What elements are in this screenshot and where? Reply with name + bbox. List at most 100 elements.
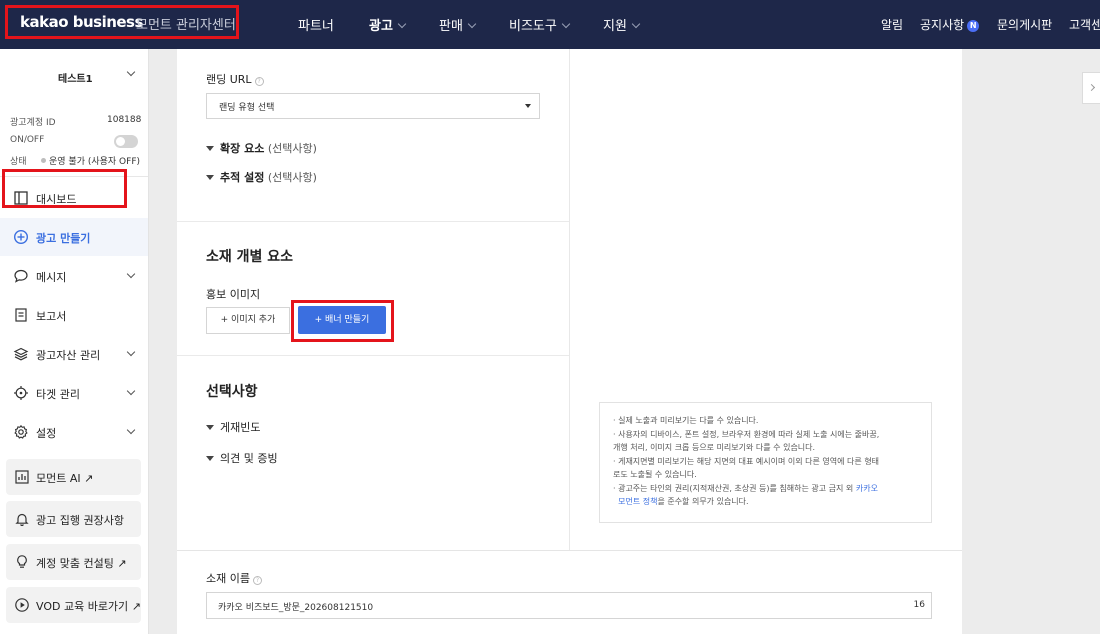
notice-line: · 사용자의 디바이스, 폰트 설정, 브라우저 환경에 따라 실제 노출 시에… [613, 429, 880, 439]
card-text: 계정 맞춤 컨설팅 [36, 557, 114, 570]
onoff-toggle[interactable] [114, 135, 138, 148]
triangle-down-icon [206, 456, 214, 461]
landing-url-text: 랜딩 URL [206, 73, 252, 86]
expander-title: 의견 및 증빙 [220, 452, 278, 465]
optional-title: 선택사항 [206, 384, 258, 400]
sidebar-item-label: 타겟 관리 [36, 388, 80, 401]
notice-line: 개행 처리, 이미지 크롭 등으로 미리보기와 다를 수 있습니다. [613, 443, 816, 452]
landing-url-label: 랜딩 URL? [206, 71, 264, 87]
notice-line: · 광고주는 타인의 권리(지적재산권, 초상권 등)를 침해하는 광고 금지 … [613, 482, 921, 496]
nav-label: 판매 [439, 19, 463, 34]
external-link-icon: ↗ [84, 472, 94, 485]
sidebar-item-message[interactable]: 메시지 [0, 257, 148, 295]
creative-elements-title: 소재 개별 요소 [206, 249, 294, 265]
select-value: 랜딩 유형 선택 [219, 103, 275, 113]
sidebar-item-create-ad[interactable]: 광고 만들기 [0, 218, 148, 256]
panel-collapse-toggle[interactable] [1082, 72, 1100, 104]
sidebar-item-label: 메시지 [36, 271, 67, 284]
brand-logo[interactable]: kakao business [20, 13, 143, 31]
policy-link[interactable]: 카카오 [856, 484, 878, 493]
chart-icon [15, 470, 29, 484]
sidebar-item-settings[interactable]: 설정 [0, 413, 148, 451]
chevron-down-icon[interactable] [126, 67, 136, 77]
banner-highlight-box [291, 300, 394, 342]
alarm-link[interactable]: 알림 [881, 16, 903, 33]
help-icon[interactable]: ? [254, 77, 264, 86]
chevron-down-icon [126, 269, 136, 279]
notice-line: 모먼트 정책을 준수할 의무가 있습니다. [613, 495, 921, 509]
sidebar-card-vod-education[interactable]: VOD 교육 바로가기 ↗ [6, 587, 141, 623]
sidebar-item-target[interactable]: 타겟 관리 [0, 374, 148, 412]
caret-down-icon [525, 104, 531, 108]
sidebar-card-ad-recommendations[interactable]: 광고 집행 권장사항 [6, 501, 141, 537]
bell-icon [15, 513, 29, 527]
account-id-value: 108188 [107, 115, 142, 125]
char-count: 16 [913, 600, 925, 610]
chevron-down-icon [467, 19, 477, 29]
creative-name-input[interactable]: 카카오 비즈보드_방문_202608121510 16 [206, 592, 932, 619]
section-divider [177, 221, 569, 222]
notice-line: 로도 노출될 수 있습니다. [613, 470, 697, 479]
nav-ads[interactable]: 광고 [369, 15, 407, 34]
nav-biz-tools[interactable]: 비즈도구 [509, 15, 571, 34]
sidebar-item-ad-assets[interactable]: 광고자산 관리 [0, 335, 148, 373]
nav-support[interactable]: 지원 [603, 15, 641, 34]
nav-label: 파트너 [298, 19, 334, 34]
nav-label: 광고 [369, 19, 393, 34]
expander-title: 확장 요소 [220, 142, 265, 155]
top-header: kakao business 모먼트 관리자센터 파트너 광고 판매 비즈도구 … [0, 0, 1100, 49]
chevron-down-icon [126, 386, 136, 396]
create-ad-highlight-box [2, 169, 127, 208]
gear-icon [14, 424, 28, 439]
add-image-button[interactable]: + 이미지 추가 [206, 307, 290, 334]
input-value: 카카오 비즈보드_방문_202608121510 [218, 603, 374, 613]
account-id-label: 광고계정 ID [10, 118, 56, 128]
expander-tracking[interactable]: 추적 설정 (선택사항) [206, 169, 317, 185]
expander-frequency[interactable]: 게재빈도 [206, 419, 260, 435]
nav-label: 지원 [603, 19, 627, 34]
sidebar: 테스트1 광고계정 ID 108188 ON/OFF 상태 운영 불가 (사용자… [0, 49, 149, 634]
nav-partner[interactable]: 파트너 [298, 15, 334, 34]
card-text: 모먼트 AI [36, 472, 81, 485]
onoff-label: ON/OFF [10, 135, 45, 145]
customer-center-link[interactable]: 고객센 [1069, 16, 1100, 33]
status-text: 운영 불가 (사용자 OFF) [49, 157, 141, 167]
report-icon [15, 308, 27, 322]
chevron-down-icon [126, 347, 136, 357]
sidebar-item-report[interactable]: 보고서 [0, 296, 148, 334]
sidebar-card-label: VOD 교육 바로가기 ↗ [36, 598, 141, 614]
chevron-right-icon [1087, 83, 1096, 92]
policy-link[interactable]: 모먼트 정책 [618, 497, 657, 506]
preview-notice: · 실제 노출과 미리보기는 다를 수 있습니다. · 사용자의 디바이스, 폰… [599, 402, 932, 523]
expander-title: 추적 설정 [220, 171, 265, 184]
promo-image-label: 홍보 이미지 [206, 288, 261, 301]
expander-sub: (선택사항) [267, 171, 317, 184]
sidebar-item-label: 보고서 [36, 310, 67, 323]
expander-extension[interactable]: 확장 요소 (선택사항) [206, 140, 317, 156]
sidebar-card-label: 계정 맞춤 컨설팅 ↗ [36, 555, 127, 571]
chevron-down-icon [126, 425, 136, 435]
account-name[interactable]: 테스트1 [58, 70, 93, 85]
notice-link[interactable]: 공지사항 N [920, 16, 980, 33]
play-circle-icon [15, 598, 29, 612]
expander-title: 게재빈도 [220, 421, 261, 434]
expander-opinion[interactable]: 의견 및 증빙 [206, 450, 278, 466]
chevron-down-icon [397, 19, 407, 29]
triangle-down-icon [206, 175, 214, 180]
sidebar-card-moment-ai[interactable]: 모먼트 AI ↗ [6, 459, 141, 495]
help-icon[interactable]: ? [252, 576, 262, 585]
new-badge: N [967, 20, 980, 32]
landing-type-select[interactable]: 랜딩 유형 선택 [206, 93, 540, 119]
expander-sub: (선택사항) [267, 142, 317, 155]
notice-line: · 실제 노출과 미리보기는 다를 수 있습니다. [613, 416, 759, 425]
sidebar-card-label: 광고 집행 권장사항 [36, 514, 124, 527]
nav-label: 비즈도구 [509, 19, 557, 34]
sidebar-card-label: 모먼트 AI ↗ [36, 470, 93, 486]
chevron-down-icon [561, 19, 571, 29]
triangle-down-icon [206, 146, 214, 151]
sidebar-card-consulting[interactable]: 계정 맞춤 컨설팅 ↗ [6, 544, 141, 580]
inquiry-board-link[interactable]: 문의게시판 [997, 16, 1052, 33]
lightbulb-icon [17, 555, 27, 568]
external-link-icon: ↗ [117, 557, 127, 570]
nav-sales[interactable]: 판매 [439, 15, 477, 34]
